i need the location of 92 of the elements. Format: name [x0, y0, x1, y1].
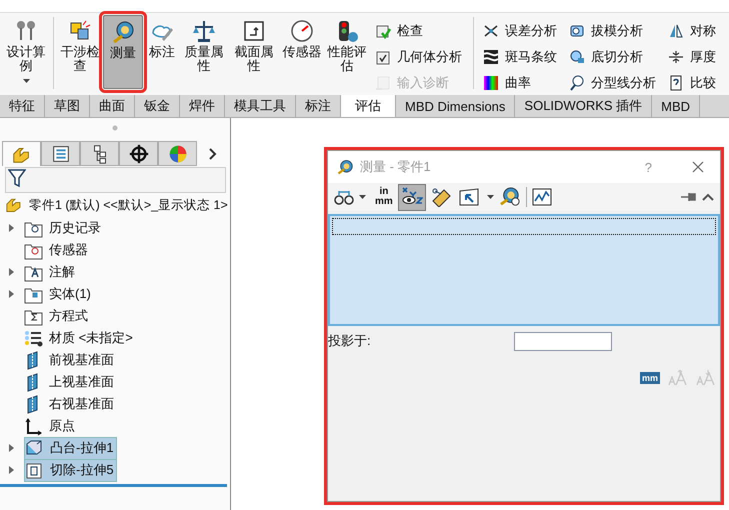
ribbon-tab[interactable]: 焊件 — [180, 95, 225, 117]
projection-field[interactable] — [514, 332, 612, 350]
ribbon-button[interactable]: 误差分析 — [483, 21, 557, 41]
panel-tab[interactable] — [80, 141, 119, 166]
ribbon-button[interactable]: 干涉检查 — [59, 15, 101, 89]
ribbon-button[interactable]: 厚度 — [668, 47, 716, 67]
ribbon-icon — [375, 23, 391, 39]
filter-icon — [8, 168, 26, 188]
binoculars-icon[interactable] — [334, 189, 354, 205]
caret-icon — [22, 79, 30, 83]
ribbon-button[interactable]: 传感器 — [281, 15, 323, 89]
ribbon-icon — [483, 49, 499, 65]
ribbon-tab[interactable]: MBD Dimensions — [396, 95, 516, 117]
ribbon-button[interactable]: 检查 — [375, 21, 462, 41]
ribbon-button[interactable]: 斑马条纹 — [483, 47, 557, 67]
expand-arrow-icon[interactable] — [9, 444, 15, 452]
tape-measure-icon — [336, 159, 354, 175]
ribbon-button[interactable]: 几何体分析 — [375, 47, 462, 67]
caret-icon[interactable] — [359, 195, 366, 199]
graph-icon[interactable] — [532, 188, 552, 206]
ribbon-tab[interactable]: 草图 — [45, 95, 90, 117]
ribbon-button[interactable]: 曲率 — [483, 73, 557, 93]
panel-tab-icon — [128, 142, 150, 164]
ribbon-icon — [242, 19, 266, 43]
ribbon-icon — [668, 75, 684, 91]
ribbon-tab[interactable]: 特征 — [0, 95, 45, 117]
eye-axes-icon — [400, 186, 423, 206]
tree-item[interactable]: 凸台-拉伸1 — [24, 436, 117, 460]
ribbon-icon — [375, 49, 391, 65]
ribbon-icon — [14, 19, 38, 43]
grip-icon — [112, 125, 118, 131]
ribbon-tab[interactable]: 钣金 — [135, 95, 180, 117]
ribbon-tab[interactable]: SOLIDWORKS 插件 — [515, 95, 652, 117]
tree-item-icon — [25, 438, 44, 458]
ribbon-tab[interactable]: 评估 — [341, 95, 396, 117]
tree-item-icon — [24, 328, 43, 348]
ribbon-tab[interactable]: 模具工具 — [225, 95, 296, 117]
panel-tab[interactable] — [41, 141, 80, 166]
ribbon-icon — [668, 49, 684, 65]
ribbon-button[interactable]: 质量属性 — [181, 15, 227, 89]
ribbon-button[interactable]: 设计算例 — [4, 15, 48, 89]
ribbon-button[interactable]: 比较 — [668, 73, 716, 93]
tree-item[interactable]: 上视基准面 — [24, 372, 116, 392]
tree-item[interactable]: 实体(1) — [24, 284, 93, 304]
xyz-toggle[interactable] — [398, 184, 426, 210]
units-button[interactable]: in mm — [375, 187, 393, 207]
ribbon-button[interactable]: 底切分析 — [569, 47, 656, 67]
tree-item[interactable]: 材质 <未指定> — [24, 328, 135, 348]
expand-arrow-icon[interactable] — [9, 224, 15, 232]
ribbon-icon — [569, 75, 585, 91]
tape-measure-icon[interactable] — [498, 187, 521, 207]
ribbon-tab[interactable]: MBD — [652, 95, 700, 117]
tree-item[interactable]: 原点 — [24, 416, 77, 436]
ribbon-button[interactable]: 截面属性 — [229, 15, 279, 89]
ribbon-tab[interactable]: 曲面 — [90, 95, 135, 117]
tree-item-icon — [24, 416, 43, 436]
dialog-title: 测量 - 零件1 — [360, 158, 432, 176]
chevron-right-icon[interactable] — [209, 148, 217, 160]
expand-arrow-icon[interactable] — [9, 466, 15, 474]
pin-icon[interactable] — [681, 192, 697, 202]
ruler-icon[interactable] — [430, 187, 453, 207]
ribbon-icon — [111, 20, 135, 44]
ribbon-icon — [569, 23, 585, 39]
panel-tab[interactable] — [119, 141, 158, 166]
tree-item[interactable]: 前视基准面 — [24, 350, 116, 370]
tree-item[interactable]: 传感器 — [24, 240, 90, 260]
close-icon[interactable] — [692, 161, 704, 173]
ribbon-icon — [569, 49, 585, 65]
expand-arrow-icon[interactable] — [9, 290, 15, 298]
tree-item-icon — [25, 460, 44, 480]
ribbon-icon — [483, 75, 499, 91]
tree-item[interactable]: 注解 — [24, 262, 77, 282]
tree-root-label[interactable]: 零件1 (默认) <<默认>_显示状态 1> — [29, 196, 228, 214]
ribbon-icon — [483, 23, 499, 39]
filter-field[interactable] — [5, 167, 226, 193]
units-badge[interactable]: mm — [640, 372, 660, 384]
ribbon-icon — [668, 23, 684, 39]
ribbon-button[interactable]: 对称 — [668, 21, 716, 41]
tree-item[interactable]: 方程式 — [24, 306, 90, 326]
tree-item[interactable]: 历史记录 — [24, 218, 103, 238]
collapse-icon[interactable] — [702, 193, 714, 201]
ribbon-icon — [192, 19, 216, 43]
ribbon-icon — [290, 19, 314, 43]
expand-arrow-icon[interactable] — [9, 268, 15, 276]
ribbon-button[interactable]: 性能评估 — [325, 15, 369, 89]
tree-item[interactable]: 右视基准面 — [24, 394, 116, 414]
tree-item[interactable]: 切除-拉伸5 — [24, 458, 117, 482]
ribbon-button[interactable]: 分型线分析 — [569, 73, 656, 93]
ribbon-button[interactable]: 拔模分析 — [569, 21, 656, 41]
caret-icon[interactable] — [486, 195, 494, 199]
ribbon-button[interactable]: 标注 — [145, 15, 179, 89]
projection-label: 投影于: — [328, 332, 372, 350]
